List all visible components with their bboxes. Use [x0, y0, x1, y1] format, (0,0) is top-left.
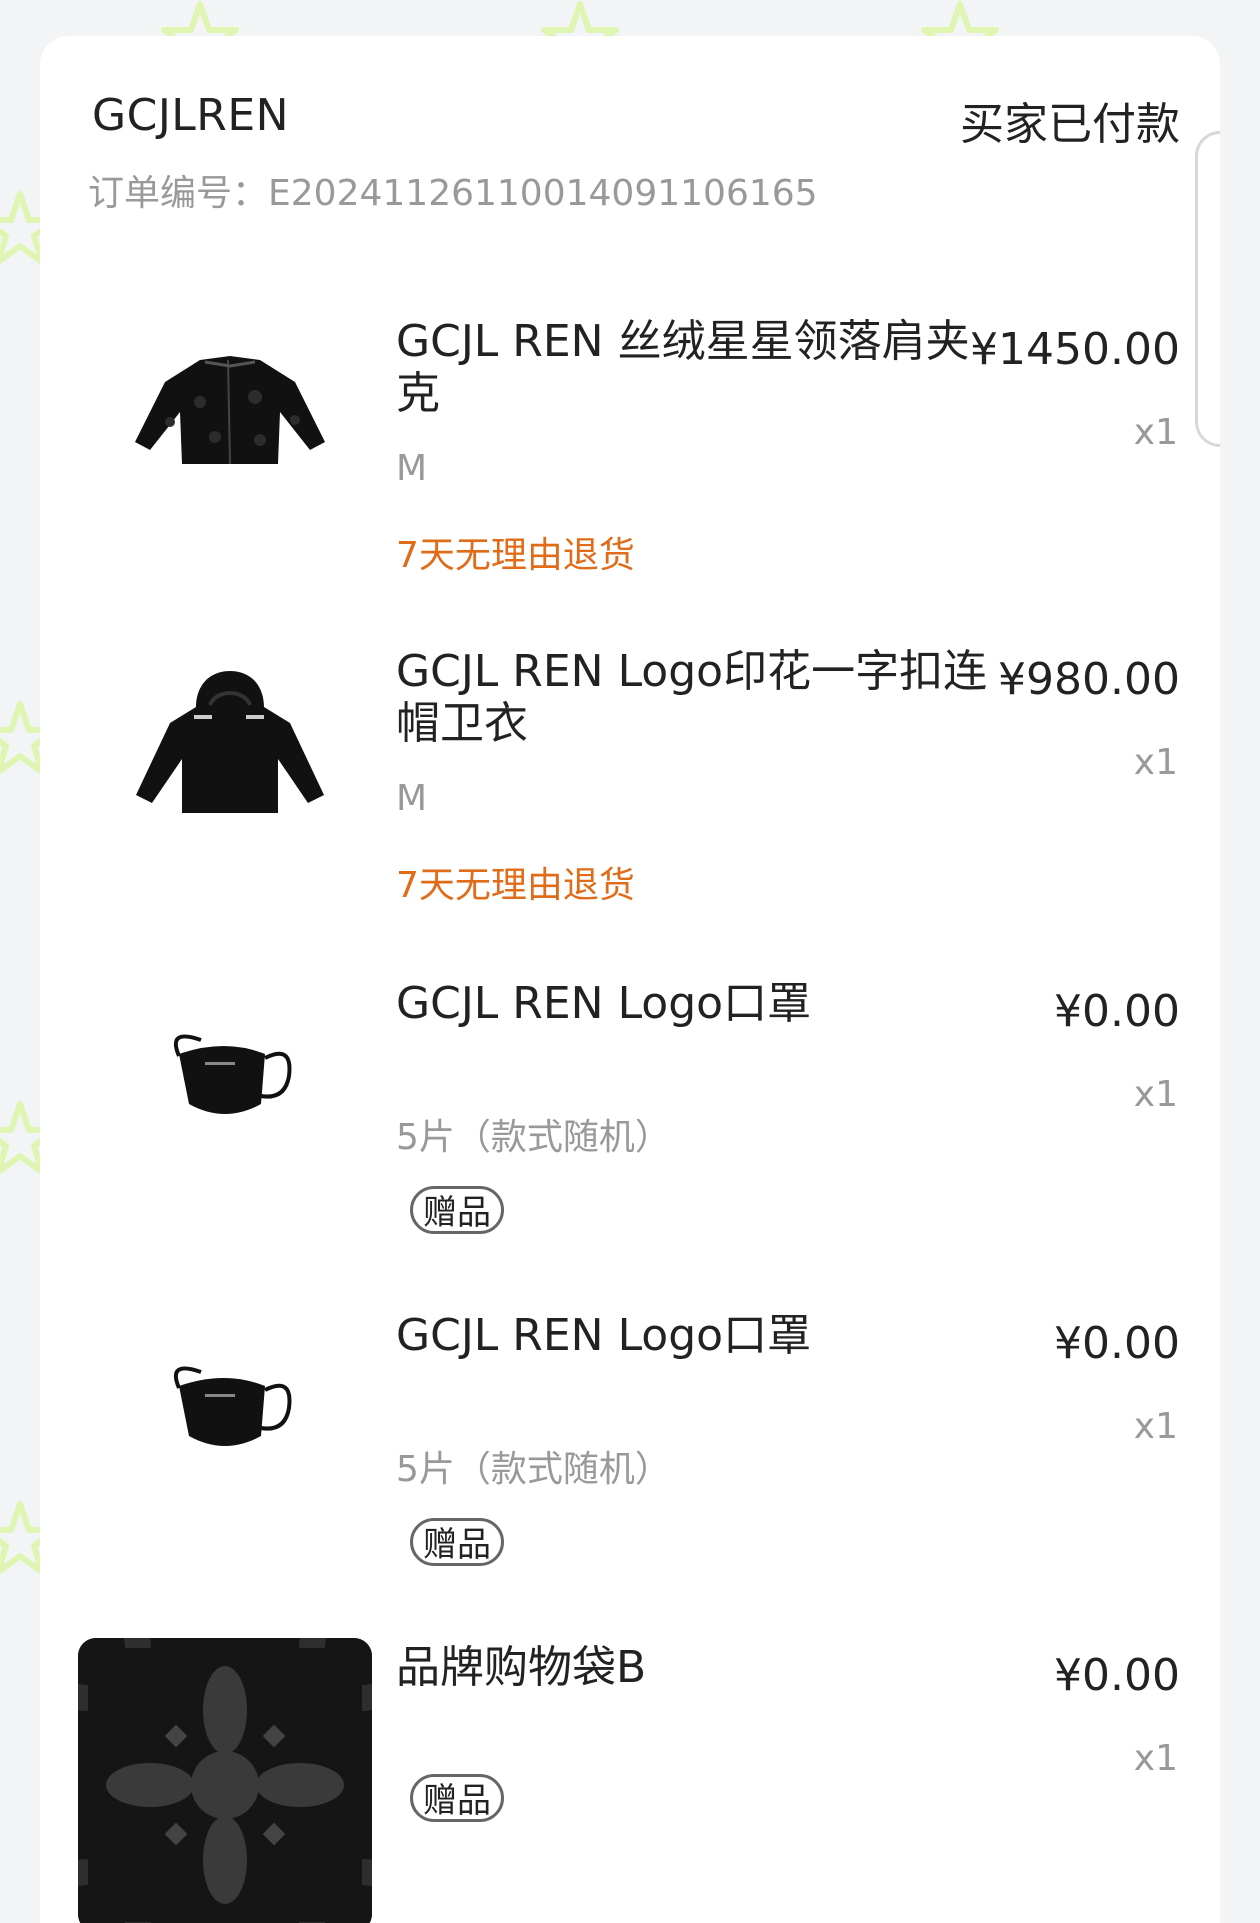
order-item[interactable]: GCJL REN Logo口罩 ¥0.00 x1 5片（款式随机） 赠品 — [40, 1266, 1220, 1596]
product-image-jacket[interactable] — [120, 312, 340, 512]
order-number-label: 订单编号： — [88, 173, 269, 214]
jacket-image — [135, 356, 325, 465]
product-title[interactable]: GCJL REN Logo口罩 — [396, 1310, 996, 1362]
product-image-hoodie[interactable] — [120, 642, 340, 842]
product-image-shopping-bag[interactable] — [78, 1638, 372, 1923]
gift-badge: 赠品 — [410, 1518, 504, 1566]
order-number-row: 订单编号：E20241126110014091106165 — [88, 164, 818, 216]
hoodie-image — [136, 671, 324, 813]
product-title[interactable]: GCJL REN Logo印花一字扣连帽卫衣 — [396, 646, 996, 750]
order-item[interactable]: GCJL REN 丝绒星星领落肩夹克 ¥1450.00 x1 M 7天无理由退货 — [40, 272, 1220, 602]
product-price: ¥0.00 — [1054, 1318, 1180, 1369]
product-price: ¥0.00 — [1054, 986, 1180, 1037]
order-card: GCJLREN 买家已付款 订单编号：E20241126110014091106… — [40, 36, 1220, 1923]
shop-name[interactable]: GCJLREN — [92, 90, 289, 141]
product-quantity: x1 — [1133, 742, 1178, 783]
order-item[interactable]: 品牌购物袋B ¥0.00 x1 赠品 — [40, 1598, 1220, 1923]
return-policy-tag: 7天无理由退货 — [396, 535, 635, 576]
gift-badge: 赠品 — [410, 1774, 504, 1822]
product-price: ¥1450.00 — [970, 324, 1180, 375]
shopping-bag-pattern-image — [78, 1638, 372, 1923]
product-spec: 5片（款式随机） — [396, 1117, 671, 1158]
product-image-mask[interactable] — [120, 974, 340, 1174]
product-price: ¥0.00 — [1054, 1650, 1180, 1701]
mask-image — [173, 1034, 292, 1114]
product-title[interactable]: GCJL REN 丝绒星星领落肩夹克 — [396, 316, 996, 420]
product-title[interactable]: GCJL REN Logo口罩 — [396, 978, 996, 1030]
order-item[interactable]: GCJL REN Logo口罩 ¥0.00 x1 5片（款式随机） 赠品 — [40, 934, 1220, 1264]
product-quantity: x1 — [1133, 1738, 1178, 1779]
product-quantity: x1 — [1133, 1074, 1178, 1115]
gift-badge: 赠品 — [410, 1186, 504, 1234]
return-policy-tag: 7天无理由退货 — [396, 865, 635, 906]
order-status: 买家已付款 — [960, 99, 1180, 150]
product-quantity: x1 — [1133, 1406, 1178, 1447]
order-item[interactable]: GCJL REN Logo印花一字扣连帽卫衣 ¥980.00 x1 M 7天无理… — [40, 602, 1220, 932]
product-spec: M — [396, 448, 428, 489]
mask-image — [173, 1366, 292, 1446]
product-title[interactable]: 品牌购物袋B — [396, 1642, 996, 1694]
order-number-value[interactable]: E20241126110014091106165 — [268, 173, 818, 214]
product-price: ¥980.00 — [998, 654, 1180, 705]
product-spec: M — [396, 778, 428, 819]
product-quantity: x1 — [1133, 412, 1178, 453]
product-spec: 5片（款式随机） — [396, 1449, 671, 1490]
product-image-mask[interactable] — [120, 1306, 340, 1506]
